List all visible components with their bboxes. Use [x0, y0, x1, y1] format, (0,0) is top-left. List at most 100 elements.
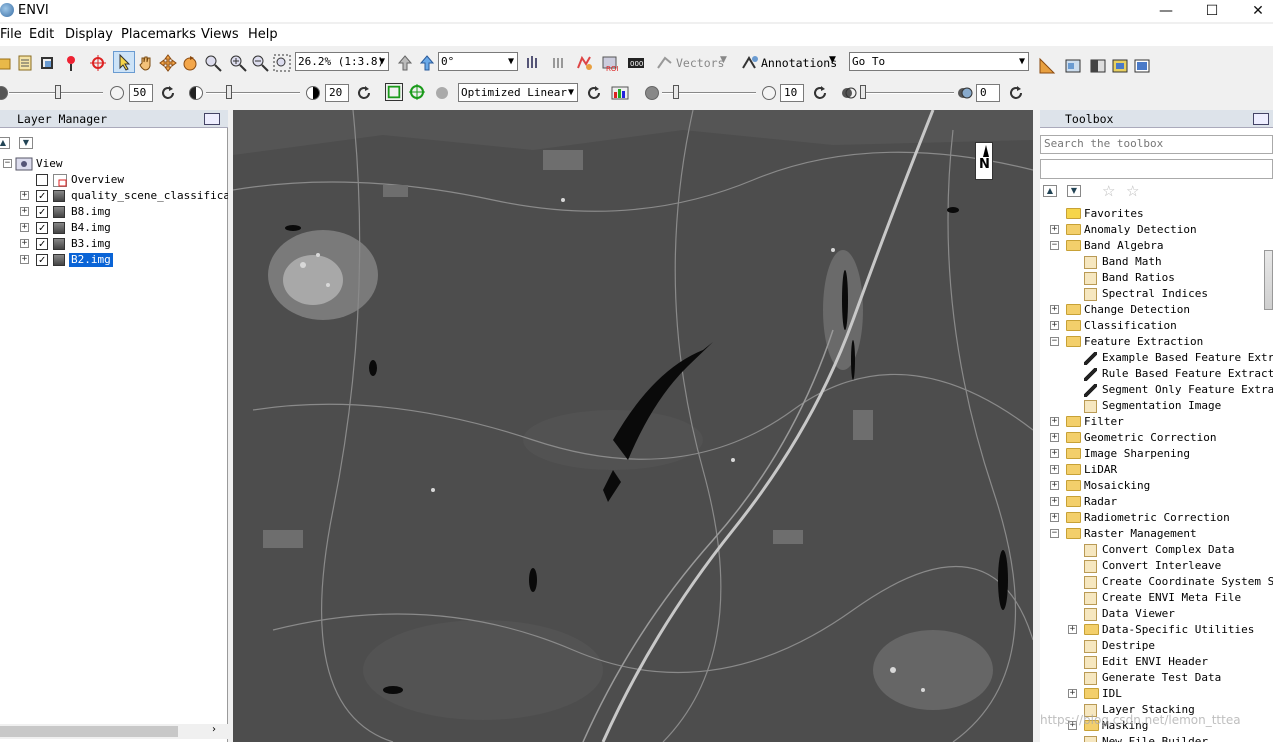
region-of-interest-icon[interactable]: [575, 54, 593, 72]
maximize-button[interactable]: ☐: [1189, 0, 1235, 22]
checkbox-checked[interactable]: ✓: [36, 222, 48, 234]
expand-node-icon[interactable]: +: [1050, 497, 1059, 506]
checkbox-checked[interactable]: ✓: [36, 254, 48, 266]
rotation-dropdown[interactable]: 0° ▼: [438, 52, 518, 71]
expand-all-icon[interactable]: ▼: [1067, 185, 1081, 197]
horizontal-scrollbar[interactable]: ›: [0, 724, 228, 739]
expand-node-icon[interactable]: +: [1050, 465, 1059, 474]
toolbox-item[interactable]: Favorites: [1040, 206, 1273, 222]
measure-icon[interactable]: [1038, 57, 1056, 75]
full-extent-icon[interactable]: [385, 83, 403, 101]
contrast-slider-track[interactable]: [206, 92, 300, 94]
placemark-icon[interactable]: [62, 54, 80, 72]
stretch-dropdown[interactable]: Optimized Linear ▼: [458, 83, 578, 102]
pixel-locator-icon[interactable]: [549, 54, 567, 72]
sharpen-slider-handle[interactable]: [673, 85, 679, 99]
checkbox-checked[interactable]: ✓: [36, 190, 48, 202]
arrow-up-north-icon[interactable]: [396, 54, 414, 72]
toolbox-item[interactable]: + Data-Specific Utilities: [1040, 622, 1273, 638]
menu-file[interactable]: File: [0, 27, 22, 42]
scrollbar-thumb[interactable]: [0, 726, 178, 737]
menu-views[interactable]: Views: [201, 27, 239, 42]
expand-node-icon[interactable]: +: [1050, 481, 1059, 490]
toolbox-item[interactable]: Generate Test Data: [1040, 670, 1273, 686]
expand-all-icon[interactable]: ▼: [19, 137, 33, 149]
annotations-icon[interactable]: [741, 54, 759, 72]
add-favorite-icon[interactable]: ☆: [1102, 182, 1115, 200]
contrast-slider-handle[interactable]: [226, 85, 232, 99]
checkbox-unchecked[interactable]: [36, 174, 48, 186]
checkbox-checked[interactable]: ✓: [36, 206, 48, 218]
transparency-slider-handle[interactable]: [860, 85, 866, 99]
zoom-icon[interactable]: [204, 54, 222, 72]
checkbox-checked[interactable]: ✓: [36, 238, 48, 250]
rotate-north-icon[interactable]: [418, 54, 436, 72]
overlay-icon[interactable]: 000: [627, 54, 645, 72]
expand-node-icon[interactable]: +: [1050, 449, 1059, 458]
vectors-icon[interactable]: [656, 54, 674, 72]
expand-node-icon[interactable]: +: [1068, 689, 1077, 698]
toolbox-item[interactable]: Edit ENVI Header: [1040, 654, 1273, 670]
toolbox-item[interactable]: Band Ratios: [1040, 270, 1273, 286]
expand-node-icon[interactable]: +: [1050, 305, 1059, 314]
expand-node-icon[interactable]: +: [1050, 417, 1059, 426]
menu-display[interactable]: Display: [65, 27, 113, 42]
swipe-icon[interactable]: [1089, 57, 1107, 75]
toolbox-item[interactable]: + Filter: [1040, 414, 1273, 430]
scroll-right-icon[interactable]: ›: [212, 724, 216, 735]
pan-hand-icon[interactable]: [137, 54, 155, 72]
roi-tool-icon[interactable]: ROI: [601, 54, 619, 72]
satellite-image[interactable]: [233, 110, 1033, 742]
expand-node-icon[interactable]: +: [1050, 433, 1059, 442]
chip-view-icon[interactable]: [1064, 57, 1082, 75]
expand-node-icon[interactable]: +: [20, 207, 29, 216]
layer-b2-selected[interactable]: + ✓ B2.img: [0, 252, 228, 268]
toolbox-item[interactable]: Create ENVI Meta File: [1040, 590, 1273, 606]
toolbox-item[interactable]: − Feature Extraction: [1040, 334, 1273, 350]
toolbox-results-field[interactable]: [1040, 159, 1273, 179]
refresh-icon[interactable]: [355, 84, 373, 102]
toolbox-item[interactable]: Convert Interleave: [1040, 558, 1273, 574]
pan-extent-icon[interactable]: [408, 83, 426, 101]
image-view[interactable]: N: [233, 110, 1033, 742]
open-folder-icon[interactable]: [0, 54, 12, 72]
toolbox-item[interactable]: + Mosaicking: [1040, 478, 1273, 494]
toolbox-item[interactable]: Rule Based Feature Extraction Workflow: [1040, 366, 1273, 382]
toolbox-item[interactable]: + Geometric Correction: [1040, 430, 1273, 446]
remove-favorite-icon[interactable]: ☆: [1126, 182, 1139, 200]
expand-node-icon[interactable]: +: [20, 239, 29, 248]
toolbox-item[interactable]: Band Math: [1040, 254, 1273, 270]
expand-node-icon[interactable]: +: [20, 191, 29, 200]
toolbox-item[interactable]: − Raster Management: [1040, 526, 1273, 542]
collapse-node-icon[interactable]: −: [1050, 241, 1059, 250]
expand-node-icon[interactable]: +: [1050, 225, 1059, 234]
blend-icon[interactable]: [1133, 57, 1151, 75]
collapse-all-icon[interactable]: ▲: [0, 137, 10, 149]
transparency-slider-track[interactable]: [860, 92, 954, 94]
goto-dropdown[interactable]: Go To ▼: [849, 52, 1029, 71]
layer-b3[interactable]: + ✓ B3.img: [0, 236, 228, 252]
menu-placemarks[interactable]: Placemarks: [121, 27, 196, 42]
expand-node-icon[interactable]: +: [20, 223, 29, 232]
toolbox-item[interactable]: + IDL: [1040, 686, 1273, 702]
minimize-button[interactable]: —: [1143, 0, 1189, 22]
expand-node-icon[interactable]: +: [1050, 513, 1059, 522]
flicker-icon[interactable]: [1111, 57, 1129, 75]
toolbox-item[interactable]: Convert Complex Data: [1040, 542, 1273, 558]
contrast-input[interactable]: 20: [325, 84, 349, 102]
brightness-input[interactable]: 50: [129, 84, 153, 102]
crop-icon[interactable]: [38, 54, 56, 72]
menu-edit[interactable]: Edit: [29, 27, 54, 42]
collapse-all-icon[interactable]: ▲: [1043, 185, 1057, 197]
toolbox-item[interactable]: + LiDAR: [1040, 462, 1273, 478]
chevron-down-icon[interactable]: ▼: [829, 55, 836, 65]
collapse-node-icon[interactable]: −: [3, 159, 12, 168]
menu-help[interactable]: Help: [248, 27, 278, 42]
toolbox-search-input[interactable]: Search the toolbox: [1040, 135, 1273, 154]
layer-b8[interactable]: + ✓ B8.img: [0, 204, 228, 220]
dock-panel-icon[interactable]: [1253, 113, 1269, 125]
toolbox-item[interactable]: Create Coordinate System String: [1040, 574, 1273, 590]
dock-panel-icon[interactable]: [204, 113, 220, 125]
collapse-node-icon[interactable]: −: [1050, 337, 1059, 346]
collapse-node-icon[interactable]: −: [1050, 529, 1059, 538]
